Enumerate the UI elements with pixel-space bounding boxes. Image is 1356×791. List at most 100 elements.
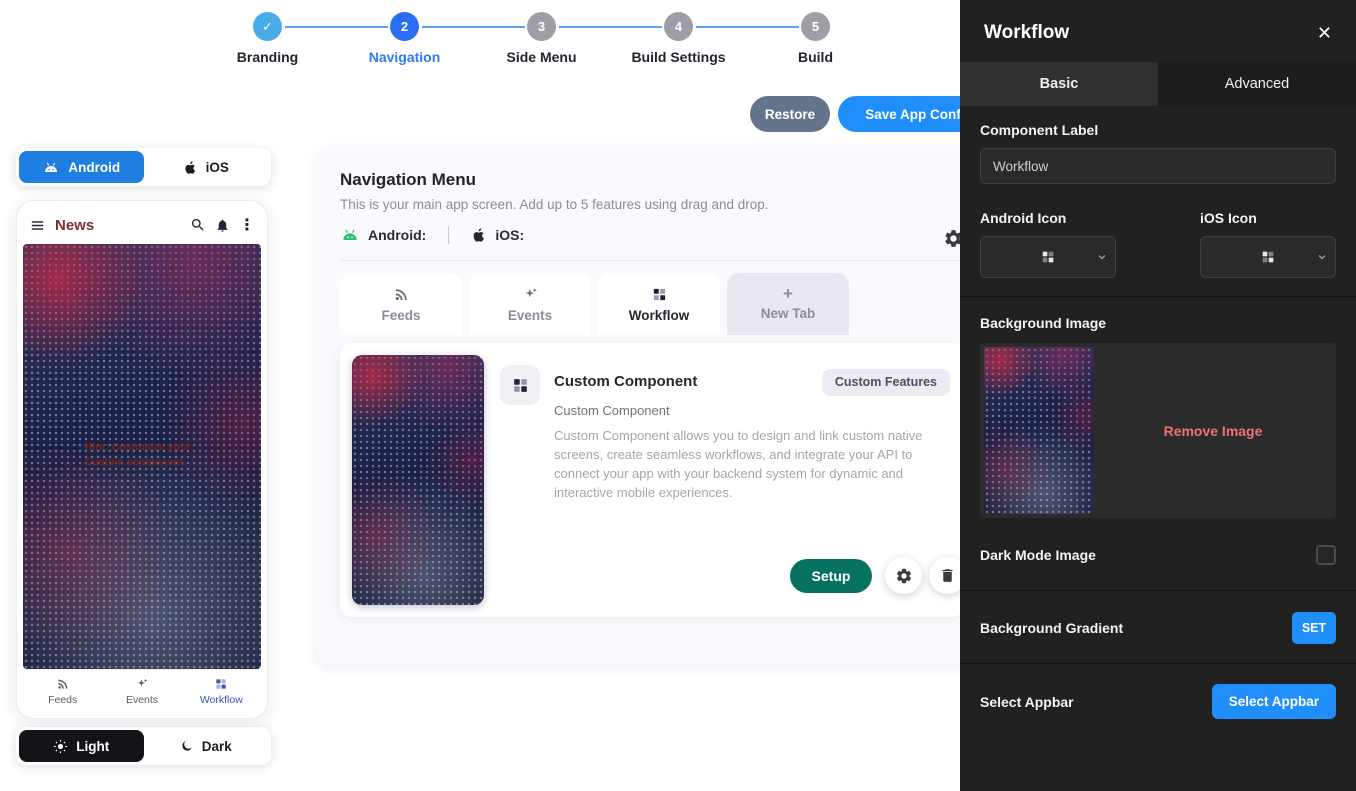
component-grid-icon [500,365,540,405]
ios-icon-select[interactable] [1200,236,1336,278]
icon-selects-row: Android Icon iOS Icon [980,210,1336,278]
component-label-label: Component Label [980,122,1336,138]
tab-label: Events [508,308,552,323]
set-gradient-button[interactable]: SET [1292,612,1336,644]
android-icon [42,162,60,173]
phone-nav-label: Events [126,694,158,706]
sparkle-icon [522,286,539,303]
phone-nav-label: Workflow [200,694,243,706]
android-label: Android: [368,227,426,243]
stepper-step-branding[interactable]: ✓ Branding [199,12,336,65]
phone-nav-label: Feeds [48,694,77,706]
android-toggle-label: Android [68,160,120,175]
tab-label: Feeds [381,308,420,323]
custom-features-badge[interactable]: Custom Features [822,369,950,396]
platform-toggle: Android iOS [16,148,271,186]
settings-header: Workflow ✕ [960,0,1356,62]
feature-tabs: Feeds Events Workflow + New Tab [340,273,964,335]
navigation-menu-card: Navigation Menu This is your main app sc… [316,148,988,665]
tab-label: Workflow [629,308,690,323]
stepper-step-build-settings[interactable]: 4 Build Settings [610,12,747,65]
phone-nav-events[interactable]: Events [102,677,181,706]
component-settings-gear-icon[interactable] [885,557,922,594]
ios-icon-column: iOS Icon [1200,210,1336,278]
step-indicator: 2 [390,12,419,41]
light-mode-label: Light [76,739,109,754]
stepper: ✓ Branding 2 Navigation 3 Side Menu 4 Bu… [199,12,884,65]
phone-appbar-title: News [55,217,94,234]
dark-mode-image-checkbox[interactable] [1316,545,1336,565]
chevron-down-icon [1316,251,1328,263]
grid-icon [651,286,668,303]
preview-background-image: Hint: Customize your Custom component [23,244,261,669]
navigation-menu-subtitle: This is your main app screen. Add up to … [340,197,964,212]
dark-mode-image-label: Dark Mode Image [980,547,1096,563]
step-label: Navigation [369,49,441,65]
grid-icon [214,677,228,691]
phone-nav-workflow[interactable]: Workflow [182,677,261,706]
android-icon-select[interactable] [980,236,1116,278]
ios-label: iOS: [495,227,524,243]
chevron-down-icon [1096,251,1108,263]
settings-body: Component Label Android Icon iOS I [960,106,1356,719]
tab-new-tab[interactable]: + New Tab [727,273,849,335]
divider [960,296,1356,297]
bell-icon[interactable] [215,218,230,233]
apple-icon [471,227,487,243]
step-label: Build [798,49,833,65]
stepper-step-side-menu[interactable]: 3 Side Menu [473,12,610,65]
component-thumbnail-image [352,355,484,605]
ios-toggle-button[interactable]: iOS [144,151,269,183]
preview-hint-text: Hint: Customize your Custom component [85,440,215,470]
phone-bottom-nav: Feeds Events Workflow [23,669,261,713]
tab-feeds[interactable]: Feeds [340,273,462,335]
sun-icon [53,739,68,754]
restore-button[interactable]: Restore [750,96,830,132]
component-description: Custom Component allows you to design an… [554,427,946,502]
select-appbar-button[interactable]: Select Appbar [1212,684,1336,719]
select-appbar-row: Select Appbar Select Appbar [980,684,1336,719]
step-indicator: 5 [801,12,830,41]
stepper-step-build[interactable]: 5 Build [747,12,884,65]
tab-advanced[interactable]: Advanced [1158,62,1356,106]
close-icon[interactable]: ✕ [1317,23,1332,44]
rss-icon [56,677,70,691]
divider [960,663,1356,664]
stepper-step-navigation[interactable]: 2 Navigation [336,12,473,65]
dark-mode-image-row: Dark Mode Image [980,538,1336,572]
step-label: Side Menu [506,49,576,65]
background-image-thumbnail [984,347,1094,514]
background-image-label: Background Image [980,315,1336,331]
app-builder-root: ✓ Branding 2 Navigation 3 Side Menu 4 Bu… [0,0,1356,791]
theme-toggle: Light Dark [16,727,271,765]
ios-icon-label: iOS Icon [1200,210,1336,226]
platform-icons-row: Android: iOS: [340,226,964,244]
tab-events[interactable]: Events [469,273,591,335]
search-icon[interactable] [190,217,206,233]
phone-preview: News ⋮ Hint: Customize your Custom compo… [16,200,268,719]
dark-mode-button[interactable]: Dark [144,730,269,762]
dark-mode-label: Dark [202,739,232,754]
light-mode-button[interactable]: Light [19,730,144,762]
background-image-preview: Remove Image [980,343,1336,518]
grid-icon [1040,249,1056,265]
component-label-input[interactable] [980,148,1336,184]
tab-basic[interactable]: Basic [960,62,1158,106]
background-gradient-label: Background Gradient [980,620,1123,636]
android-icon-column: Android Icon [980,210,1140,278]
step-indicator: 3 [527,12,556,41]
grid-icon [1260,249,1276,265]
hamburger-menu-icon[interactable] [29,217,46,234]
component-panel: Custom Component Custom Features Custom … [340,343,964,617]
phone-nav-feeds[interactable]: Feeds [23,677,102,706]
android-toggle-button[interactable]: Android [19,151,144,183]
kebab-menu-icon[interactable]: ⋮ [239,215,255,235]
settings-panel-title: Workflow [984,22,1069,44]
tab-workflow[interactable]: Workflow [598,273,720,335]
remove-image-button[interactable]: Remove Image [1094,423,1332,439]
setup-button[interactable]: Setup [790,559,872,593]
moon-icon [180,739,194,753]
component-subtitle: Custom Component [554,403,670,418]
background-gradient-row: Background Gradient SET [980,611,1336,645]
step-label: Branding [237,49,298,65]
